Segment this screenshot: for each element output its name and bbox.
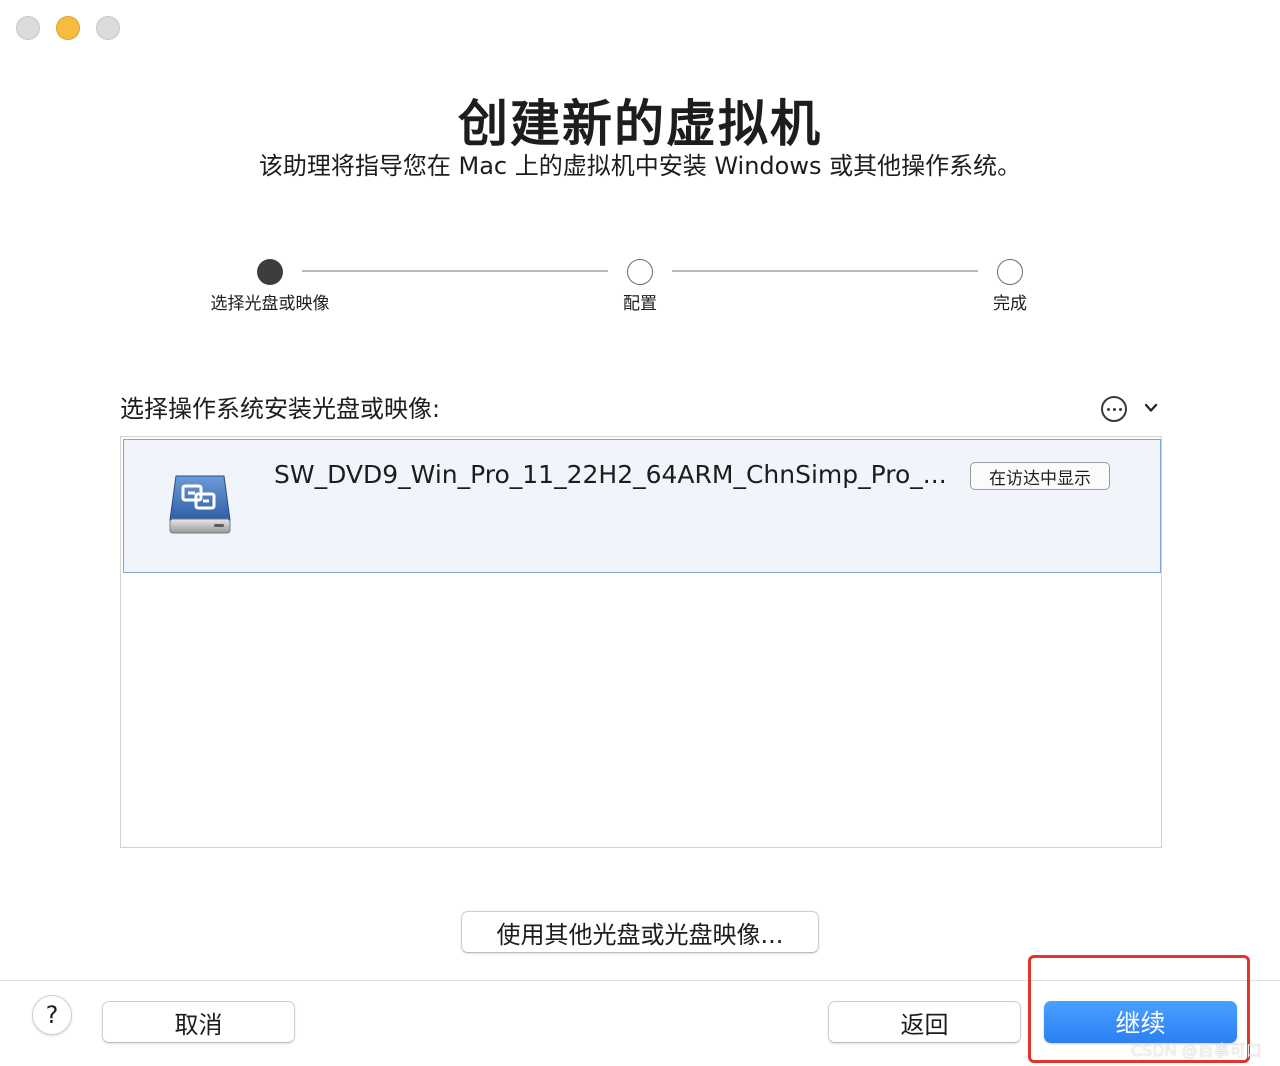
minimize-window-button[interactable] bbox=[56, 16, 80, 40]
step-connector bbox=[302, 270, 608, 272]
step-2-indicator bbox=[627, 259, 653, 285]
source-list[interactable]: SW_DVD9_Win_Pro_11_22H2_64ARM_ChnSimp_Pr… bbox=[120, 436, 1162, 848]
watermark-text: CSDN @百事可口 bbox=[1131, 1041, 1262, 1060]
step-3-label: 完成 bbox=[993, 294, 1027, 314]
step-2-label: 配置 bbox=[623, 294, 657, 314]
use-other-disc-button[interactable]: 使用其他光盘或光盘映像... bbox=[461, 911, 819, 953]
show-in-finder-button[interactable]: 在访达中显示 bbox=[970, 462, 1110, 490]
cancel-button[interactable]: 取消 bbox=[102, 1001, 295, 1043]
window-controls bbox=[16, 16, 120, 40]
close-window-button[interactable] bbox=[16, 16, 40, 40]
footer-divider bbox=[0, 980, 1280, 981]
source-list-label: 选择操作系统安装光盘或映像: bbox=[120, 395, 441, 423]
step-connector bbox=[672, 270, 978, 272]
step-3-indicator bbox=[997, 259, 1023, 285]
disk-image-name: SW_DVD9_Win_Pro_11_22H2_64ARM_ChnSimp_Pr… bbox=[274, 460, 947, 489]
back-button[interactable]: 返回 bbox=[828, 1001, 1021, 1043]
disk-image-icon bbox=[169, 475, 231, 534]
page-subtitle: 该助理将指导您在 Mac 上的虚拟机中安装 Windows 或其他操作系统。 bbox=[258, 152, 1022, 180]
create-vm-window: 创建新的虚拟机 该助理将指导您在 Mac 上的虚拟机中安装 Windows 或其… bbox=[0, 0, 1280, 1066]
step-1-label: 选择光盘或映像 bbox=[210, 294, 330, 314]
step-1-indicator bbox=[257, 259, 283, 285]
help-button[interactable]: ? bbox=[32, 995, 72, 1035]
chevron-down-icon[interactable] bbox=[1142, 399, 1160, 417]
ellipsis-circle-icon[interactable] bbox=[1101, 396, 1127, 422]
zoom-window-button[interactable] bbox=[96, 16, 120, 40]
list-item[interactable]: SW_DVD9_Win_Pro_11_22H2_64ARM_ChnSimp_Pr… bbox=[123, 439, 1161, 573]
